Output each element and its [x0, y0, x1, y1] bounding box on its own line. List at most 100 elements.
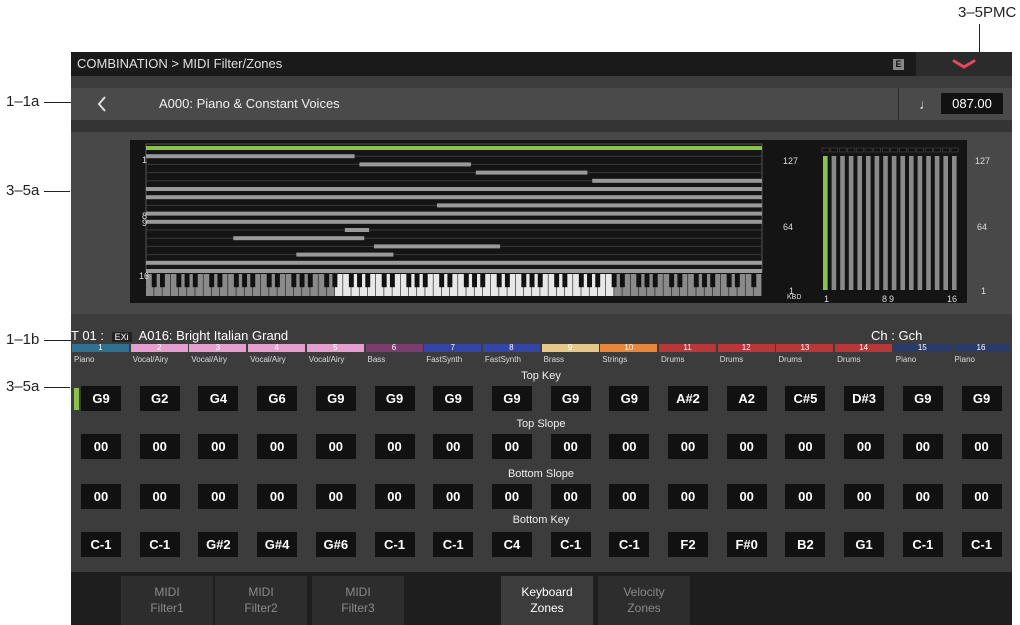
- bottom-slope-field[interactable]: 00: [139, 484, 180, 509]
- top-key-field[interactable]: A2: [726, 386, 767, 411]
- page-menu-button[interactable]: [916, 52, 1012, 76]
- bottom-slope-field[interactable]: 00: [257, 484, 298, 509]
- bottom-slope-field[interactable]: 00: [726, 484, 767, 509]
- bottom-slope-field[interactable]: 00: [374, 484, 415, 509]
- combination-name[interactable]: A000: Piano & Constant Voices: [159, 96, 340, 111]
- bottom-key-field[interactable]: F#0: [726, 532, 767, 557]
- top-key-field[interactable]: G9: [902, 386, 943, 411]
- top-slope-field[interactable]: 00: [609, 434, 650, 459]
- top-key-field[interactable]: G9: [433, 386, 474, 411]
- top-slope-field[interactable]: 00: [257, 434, 298, 459]
- bottom-slope-field[interactable]: 00: [844, 484, 885, 509]
- velocity-bar-track-7: [874, 156, 880, 290]
- top-key-field[interactable]: D#3: [844, 386, 885, 411]
- bottom-slope-field[interactable]: 00: [81, 484, 121, 509]
- black-key: [636, 274, 642, 288]
- track-column-2: 2 Vocal/Airy G2 00 00 C-1: [130, 344, 188, 557]
- track-number[interactable]: 6: [365, 344, 423, 352]
- track-number[interactable]: 13: [776, 344, 834, 352]
- track-number[interactable]: 14: [835, 344, 893, 352]
- track-number[interactable]: 2: [130, 344, 188, 352]
- top-slope-field[interactable]: 00: [844, 434, 885, 459]
- top-slope-field[interactable]: 00: [315, 434, 356, 459]
- top-key-field[interactable]: C#5: [785, 386, 826, 411]
- track-number[interactable]: 3: [189, 344, 247, 352]
- bottom-key-field[interactable]: G1: [844, 532, 885, 557]
- track-number[interactable]: 11: [659, 344, 716, 352]
- black-key: [447, 274, 453, 288]
- track-number[interactable]: 8: [482, 344, 540, 352]
- top-slope-field[interactable]: 00: [491, 434, 532, 459]
- top-key-field[interactable]: G9: [491, 386, 532, 411]
- bottom-slope-field[interactable]: 00: [198, 484, 239, 509]
- top-slope-field[interactable]: 00: [726, 434, 767, 459]
- vel-track-tick: 9: [889, 294, 895, 304]
- top-slope-field[interactable]: 00: [668, 434, 708, 459]
- bottom-key-field[interactable]: C-1: [550, 532, 591, 557]
- top-slope-field[interactable]: 00: [961, 434, 1002, 459]
- top-slope-field[interactable]: 00: [81, 434, 121, 459]
- bottom-slope-field[interactable]: 00: [785, 484, 826, 509]
- bottom-key-field[interactable]: C-1: [81, 532, 121, 557]
- track-number[interactable]: 4: [248, 344, 306, 352]
- top-key-field[interactable]: G2: [139, 386, 180, 411]
- top-key-field[interactable]: G9: [550, 386, 591, 411]
- top-key-field[interactable]: G9: [315, 386, 356, 411]
- top-key-field[interactable]: G9: [81, 386, 121, 411]
- bottom-slope-field[interactable]: 00: [491, 484, 532, 509]
- velocity-top-marker: [830, 147, 838, 153]
- top-key-field[interactable]: G4: [198, 386, 239, 411]
- top-slope-field[interactable]: 00: [139, 434, 180, 459]
- bottom-key-field[interactable]: C-1: [374, 532, 415, 557]
- bottom-key-field[interactable]: C-1: [433, 532, 474, 557]
- track-number[interactable]: 9: [541, 344, 599, 352]
- bottom-key-field[interactable]: G#6: [315, 532, 356, 557]
- black-key: [710, 274, 716, 288]
- track-number[interactable]: 5: [306, 344, 364, 352]
- top-key-field[interactable]: G6: [257, 386, 298, 411]
- tab-midi-filter1[interactable]: MIDI Filter1: [121, 576, 213, 625]
- top-slope-field[interactable]: 00: [550, 434, 591, 459]
- bottom-key-field[interactable]: B2: [785, 532, 826, 557]
- bottom-key-field[interactable]: G#4: [257, 532, 298, 557]
- bottom-slope-field[interactable]: 00: [668, 484, 708, 509]
- bottom-key-field[interactable]: C-1: [139, 532, 180, 557]
- tab-midi-filter3[interactable]: MIDI Filter3: [312, 576, 404, 625]
- black-key: [151, 274, 157, 288]
- bottom-key-field[interactable]: C-1: [609, 532, 650, 557]
- bottom-slope-field[interactable]: 00: [902, 484, 943, 509]
- track-number[interactable]: 16: [952, 344, 1010, 352]
- bottom-key-field[interactable]: C-1: [902, 532, 943, 557]
- track-number[interactable]: 1: [72, 344, 129, 352]
- bottom-slope-field[interactable]: 00: [433, 484, 474, 509]
- top-key-field[interactable]: A#2: [668, 386, 708, 411]
- tempo-field[interactable]: 087.00: [941, 93, 1003, 114]
- track-column-16: 16 Piano G9 00 00 C-1: [952, 344, 1010, 557]
- tab-midi-filter2[interactable]: MIDI Filter2: [215, 576, 307, 625]
- top-slope-field[interactable]: 00: [902, 434, 943, 459]
- bottom-key-field[interactable]: F2: [668, 532, 708, 557]
- top-key-field[interactable]: G9: [609, 386, 650, 411]
- top-key-field[interactable]: G9: [961, 386, 1002, 411]
- back-button[interactable]: [93, 88, 113, 120]
- track-number[interactable]: 10: [600, 344, 658, 352]
- top-slope-field[interactable]: 00: [785, 434, 826, 459]
- top-slope-field[interactable]: 00: [374, 434, 415, 459]
- track-number[interactable]: 15: [893, 344, 951, 352]
- tab-velocity-zones[interactable]: Velocity Zones: [598, 576, 690, 625]
- bottom-slope-field[interactable]: 00: [961, 484, 1002, 509]
- track-program-category: Piano: [954, 355, 975, 364]
- top-slope-field[interactable]: 00: [198, 434, 239, 459]
- tab-label-line1: MIDI: [154, 585, 180, 599]
- tab-keyboard-zones[interactable]: Keyboard Zones: [501, 576, 593, 625]
- bottom-slope-field[interactable]: 00: [609, 484, 650, 509]
- top-slope-field[interactable]: 00: [433, 434, 474, 459]
- bottom-slope-field[interactable]: 00: [550, 484, 591, 509]
- bottom-key-field[interactable]: G#2: [198, 532, 239, 557]
- track-number[interactable]: 7: [424, 344, 482, 352]
- top-key-field[interactable]: G9: [374, 386, 415, 411]
- track-number[interactable]: 12: [717, 344, 775, 352]
- bottom-key-field[interactable]: C-1: [961, 532, 1002, 557]
- bottom-key-field[interactable]: C4: [491, 532, 532, 557]
- bottom-slope-field[interactable]: 00: [315, 484, 356, 509]
